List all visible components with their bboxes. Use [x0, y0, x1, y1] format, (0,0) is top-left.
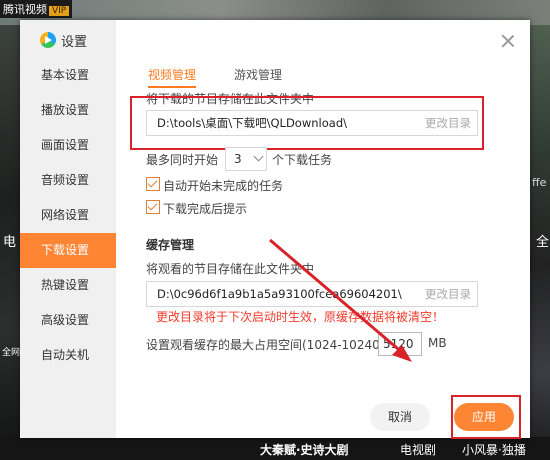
annotation-arrow — [269, 238, 412, 362]
annotation-arrow-line — [269, 238, 405, 356]
